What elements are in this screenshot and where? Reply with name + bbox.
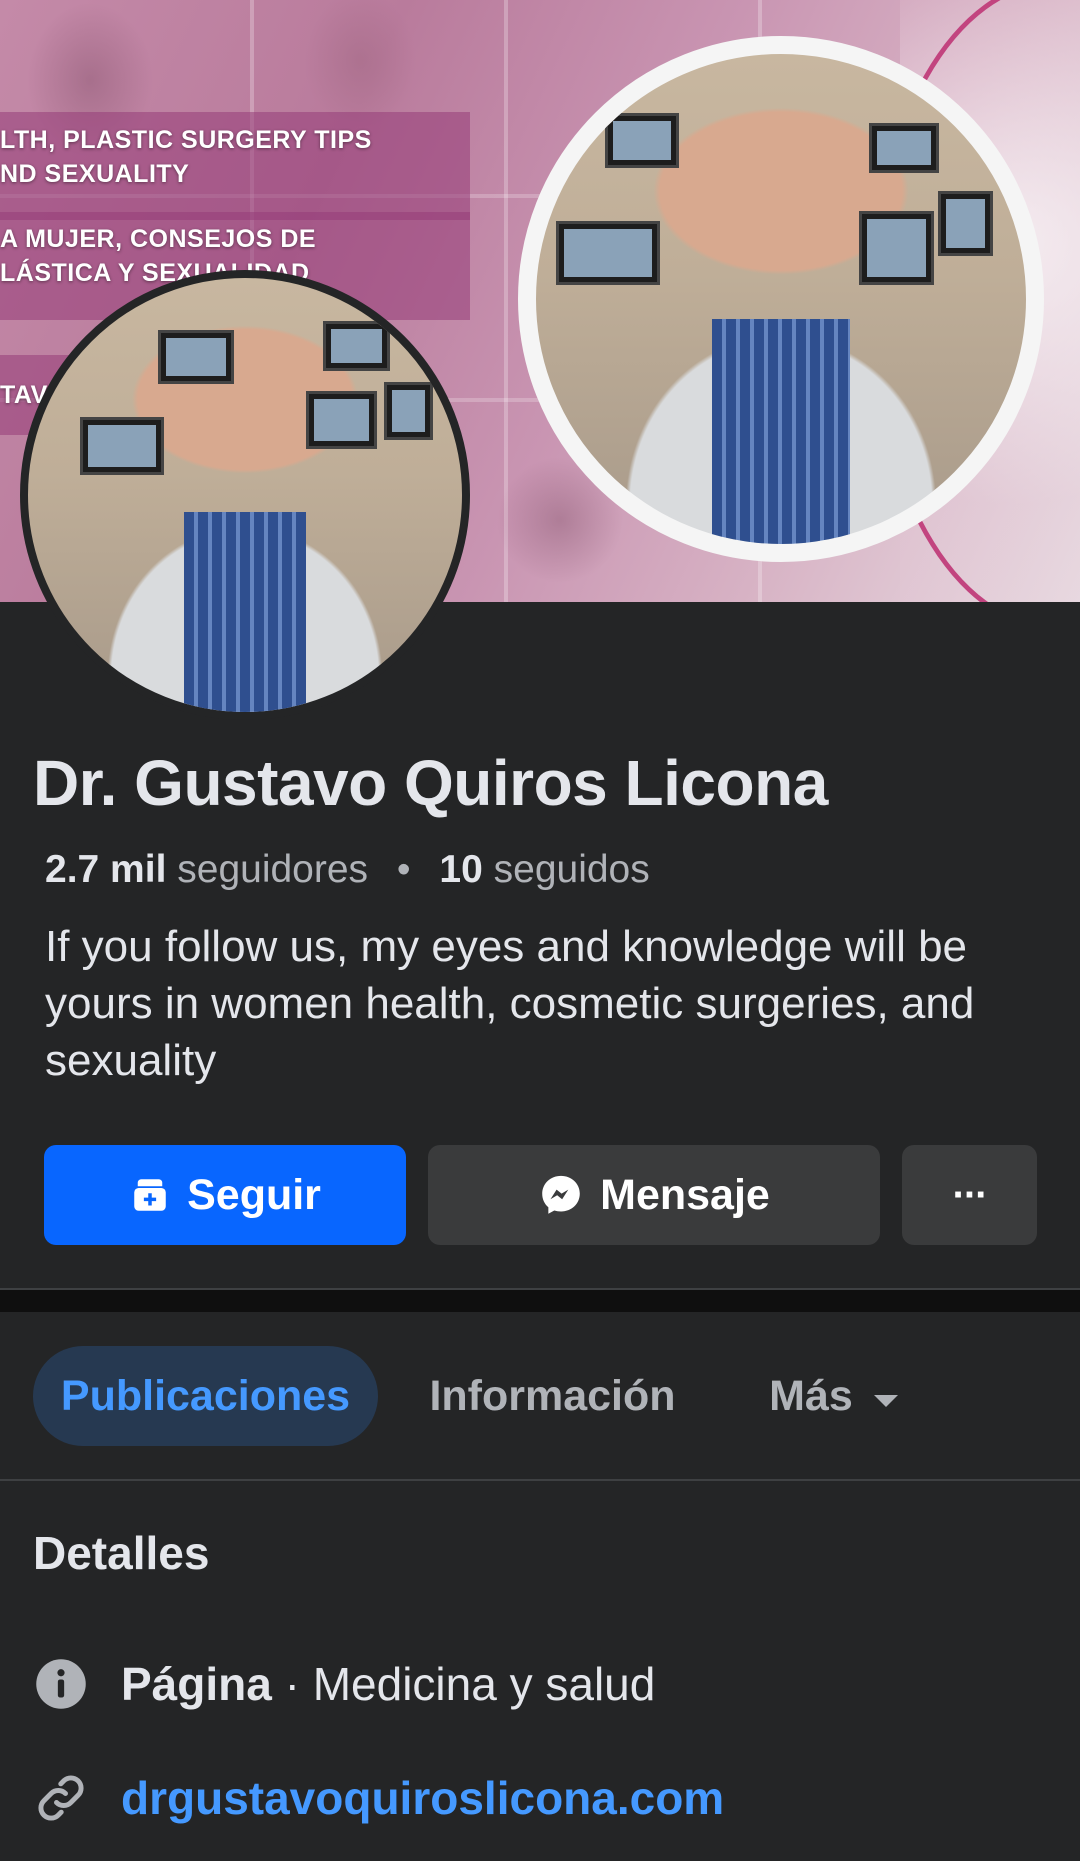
tab-label: Información — [429, 1371, 676, 1420]
caret-down-icon — [871, 1372, 901, 1421]
tab-informacion[interactable]: Información — [420, 1346, 685, 1446]
cover-text-line: LTH, PLASTIC SURGERY TIPS — [0, 126, 372, 154]
cover-text-line: ND SEXUALITY — [0, 160, 190, 188]
follow-button-label: Seguir — [187, 1170, 321, 1219]
info-icon — [33, 1656, 89, 1712]
tab-label: Publicaciones — [60, 1371, 351, 1420]
page-bio: If you follow us, my eyes and knowledge … — [45, 922, 975, 1085]
tab-label: Más — [769, 1371, 853, 1420]
tab-publicaciones[interactable]: Publicaciones — [33, 1346, 378, 1446]
message-button[interactable]: Mensaje — [428, 1145, 880, 1245]
profile-tabs: Publicaciones Información Más — [0, 1346, 1080, 1446]
messenger-icon — [538, 1172, 584, 1218]
follow-page-icon — [129, 1174, 171, 1216]
following-count: 10 — [439, 848, 483, 891]
category-separator: · — [271, 1658, 313, 1710]
website-link[interactable]: drgustavoquiroslicona.com — [121, 1771, 724, 1825]
stats-separator: • — [396, 848, 411, 891]
followers-label: seguidores — [177, 848, 369, 891]
details-heading: Detalles — [33, 1527, 210, 1579]
section-separator — [0, 1290, 1080, 1312]
category-value: Medicina y salud — [312, 1658, 656, 1710]
tabs-divider — [0, 1479, 1080, 1481]
page-name: Dr. Gustavo Quiros Licona — [33, 747, 828, 819]
message-button-label: Mensaje — [600, 1170, 770, 1219]
link-icon — [33, 1770, 89, 1826]
more-options-button[interactable]: ··· — [902, 1145, 1037, 1245]
profile-picture[interactable] — [20, 270, 470, 720]
more-options-label: ··· — [952, 1172, 989, 1217]
tab-mas[interactable]: Más — [755, 1346, 915, 1446]
detail-category-row: Página · Medicina y salud — [33, 1656, 655, 1712]
follow-button[interactable]: Seguir — [44, 1145, 406, 1245]
followers-count: 2.7 mil — [45, 848, 167, 891]
follower-stats[interactable]: 2.7 mil seguidores • 10 seguidos — [45, 848, 650, 892]
website-link-row[interactable]: drgustavoquiroslicona.com — [33, 1770, 724, 1826]
following-label: seguidos — [493, 848, 650, 891]
cover-portrait-photo — [518, 36, 1044, 562]
cover-text-line: A MUJER, CONSEJOS DE — [0, 225, 317, 253]
category-type: Página — [121, 1658, 272, 1710]
